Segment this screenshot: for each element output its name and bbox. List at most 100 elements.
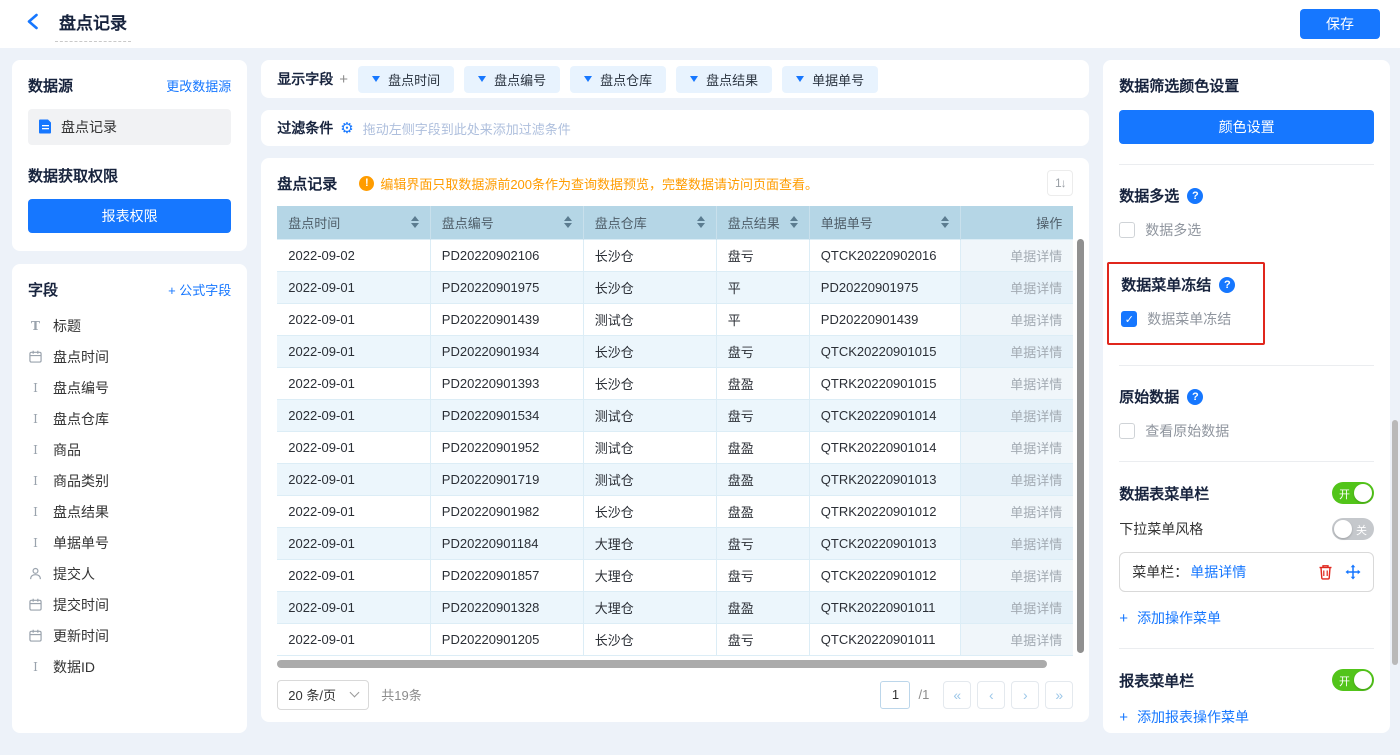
- display-fields-label: 显示字段: [277, 69, 333, 89]
- preview-notice-text: 编辑界面只取数据源前200条作为查询数据预览，完整数据请访问页面查看。: [380, 174, 818, 193]
- table-cell: 2022-09-01: [277, 271, 430, 303]
- back-button[interactable]: [26, 13, 39, 35]
- field-item[interactable]: 提交人: [28, 558, 231, 589]
- field-item[interactable]: I单据单号: [28, 527, 231, 558]
- save-button[interactable]: 保存: [1300, 9, 1380, 39]
- next-page-button[interactable]: ›: [1011, 681, 1039, 709]
- table-vertical-scrollbar[interactable]: [1077, 239, 1084, 653]
- field-item[interactable]: I盘点编号: [28, 372, 231, 403]
- field-item[interactable]: 提交时间: [28, 589, 231, 620]
- chip-label: 盘点编号: [494, 70, 546, 89]
- table-row: 2022-09-01PD20220901439测试仓平PD20220901439…: [277, 303, 1073, 335]
- menu-item-value[interactable]: 单据详情: [1190, 562, 1246, 582]
- row-action-link[interactable]: 单据详情: [960, 367, 1073, 399]
- display-field-chip[interactable]: 盘点编号: [464, 66, 560, 93]
- menu-freeze-checkbox[interactable]: ✓: [1121, 311, 1137, 327]
- table-cell: 盘亏: [716, 527, 809, 559]
- menu-freeze-checkbox-row[interactable]: ✓ 数据菜单冻结: [1121, 309, 1235, 329]
- column-header[interactable]: 盘点结果: [716, 206, 809, 239]
- column-header[interactable]: 盘点编号: [430, 206, 583, 239]
- raw-data-checkbox-row[interactable]: 查看原始数据: [1119, 421, 1374, 441]
- row-action-link[interactable]: 单据详情: [960, 559, 1073, 591]
- row-action-link[interactable]: 单据详情: [960, 431, 1073, 463]
- raw-data-checkbox[interactable]: [1119, 423, 1135, 439]
- plus-icon: +: [1119, 610, 1128, 627]
- field-item[interactable]: I商品类别: [28, 465, 231, 496]
- help-icon[interactable]: ?: [1187, 389, 1203, 405]
- column-header-label: 盘点结果: [728, 213, 780, 232]
- gear-icon[interactable]: ⚙: [340, 119, 353, 137]
- row-action-link[interactable]: 单据详情: [960, 591, 1073, 623]
- help-icon[interactable]: ?: [1187, 188, 1203, 204]
- page-size-select[interactable]: 20 条/页: [277, 680, 369, 710]
- help-icon[interactable]: ?: [1219, 277, 1235, 293]
- add-display-field-icon[interactable]: +: [339, 71, 348, 88]
- field-item[interactable]: T标题: [28, 310, 231, 341]
- multi-select-checkbox-row[interactable]: 数据多选: [1119, 220, 1374, 240]
- table-menu-toggle[interactable]: 开: [1332, 482, 1374, 504]
- dropdown-style-toggle[interactable]: 关: [1332, 518, 1374, 540]
- column-header[interactable]: 盘点时间: [277, 206, 430, 239]
- sort-carets-icon[interactable]: [697, 216, 705, 228]
- prev-page-button[interactable]: ‹: [977, 681, 1005, 709]
- table-cell: 2022-09-01: [277, 399, 430, 431]
- field-item[interactable]: I数据ID: [28, 651, 231, 682]
- sort-carets-icon[interactable]: [790, 216, 798, 228]
- row-action-link[interactable]: 单据详情: [960, 495, 1073, 527]
- table-cell: 盘亏: [716, 399, 809, 431]
- column-header[interactable]: 单据单号: [809, 206, 960, 239]
- chip-label: 盘点结果: [706, 70, 758, 89]
- table-row: 2022-09-01PD20220901534测试仓盘亏QTCK20220901…: [277, 399, 1073, 431]
- row-action-link[interactable]: 单据详情: [960, 303, 1073, 335]
- field-item[interactable]: I盘点结果: [28, 496, 231, 527]
- page-number-input[interactable]: 1: [880, 681, 910, 709]
- first-page-button[interactable]: «: [943, 681, 971, 709]
- change-datasource-link[interactable]: 更改数据源: [166, 76, 231, 95]
- add-report-menu-link[interactable]: + 添加报表操作菜单: [1119, 707, 1374, 727]
- table-cell: 盘亏: [716, 623, 809, 655]
- trash-icon[interactable]: [1318, 564, 1333, 580]
- color-settings-button[interactable]: 颜色设置: [1119, 110, 1374, 144]
- table-cell: 盘亏: [716, 239, 809, 271]
- window-scrollbar[interactable]: [1392, 420, 1398, 665]
- row-action-link[interactable]: 单据详情: [960, 399, 1073, 431]
- row-action-link[interactable]: 单据详情: [960, 271, 1073, 303]
- field-item-label: 单据单号: [53, 533, 109, 553]
- sort-order-button[interactable]: 1↓: [1047, 170, 1073, 196]
- table-cell: 长沙仓: [583, 495, 716, 527]
- add-formula-field-link[interactable]: + 公式字段: [168, 280, 231, 299]
- field-item-label: 标题: [53, 316, 81, 336]
- row-action-link[interactable]: 单据详情: [960, 239, 1073, 271]
- last-page-button[interactable]: »: [1045, 681, 1073, 709]
- row-action-link[interactable]: 单据详情: [960, 463, 1073, 495]
- field-item[interactable]: I商品: [28, 434, 231, 465]
- datasource-item[interactable]: 盘点记录: [28, 109, 231, 145]
- sort-carets-icon[interactable]: [411, 216, 419, 228]
- field-item[interactable]: 盘点时间: [28, 341, 231, 372]
- multi-select-checkbox[interactable]: [1119, 222, 1135, 238]
- report-menu-toggle[interactable]: 开: [1332, 669, 1374, 691]
- table-cell: QTCK20220901013: [809, 527, 960, 559]
- row-action-link[interactable]: 单据详情: [960, 527, 1073, 559]
- display-field-chip[interactable]: 盘点仓库: [570, 66, 666, 93]
- report-permission-button[interactable]: 报表权限: [28, 199, 231, 233]
- row-action-link[interactable]: 单据详情: [960, 335, 1073, 367]
- table-horizontal-scrollbar[interactable]: [277, 660, 1047, 668]
- table-cell: QTCK20220901011: [809, 623, 960, 655]
- menu-freeze-checkbox-label: 数据菜单冻结: [1147, 309, 1231, 329]
- table-cell: 大理仓: [583, 527, 716, 559]
- sort-carets-icon[interactable]: [564, 216, 572, 228]
- display-field-chip[interactable]: 盘点结果: [676, 66, 772, 93]
- field-item[interactable]: 更新时间: [28, 620, 231, 651]
- dropdown-triangle-icon: [796, 76, 804, 82]
- row-action-link[interactable]: 单据详情: [960, 623, 1073, 655]
- sort-carets-icon[interactable]: [941, 216, 949, 228]
- add-action-menu-link[interactable]: + 添加操作菜单: [1119, 608, 1374, 628]
- display-field-chip[interactable]: 单据单号: [782, 66, 878, 93]
- column-header-label: 操作: [1036, 213, 1062, 232]
- table-cell: 长沙仓: [583, 335, 716, 367]
- field-item[interactable]: I盘点仓库: [28, 403, 231, 434]
- display-field-chip[interactable]: 盘点时间: [358, 66, 454, 93]
- move-icon[interactable]: [1345, 564, 1361, 580]
- column-header[interactable]: 盘点仓库: [583, 206, 716, 239]
